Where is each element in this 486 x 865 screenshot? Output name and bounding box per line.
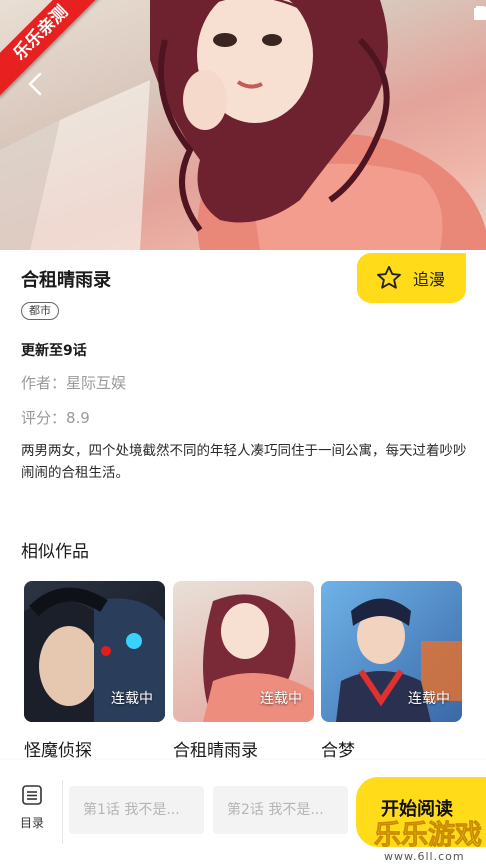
similar-card[interactable]: 连载中 合租晴雨录 [173,581,314,761]
watermark-logo: 乐乐游戏 www.6ll.com [374,820,483,863]
similar-cover: 连载中 [24,581,165,722]
description-text: 两男两女，四个处境截然不同的年轻人凑巧同住于一间公寓，每天过着吵吵闹闹的合租生活… [21,443,467,481]
status-badge: 连载中 [111,691,153,707]
back-button[interactable] [28,72,58,102]
similar-cover: 连载中 [173,581,314,722]
star-icon [377,265,401,289]
status-badge: 连载中 [408,691,450,707]
status-badge: 连载中 [260,691,302,707]
watermark-logo-text: 乐乐游戏 [374,820,482,851]
similar-name: 合梦 [321,741,355,761]
similar-cover: 连载中 [321,581,462,722]
cover-illustration [0,0,486,250]
watermark-logo-url: www.6ll.com [384,850,465,863]
similar-heading: 相似作品 [21,542,89,562]
cover-image: 乐乐亲测 [0,0,486,250]
similar-list: 连载中 怪魔侦探 连载中 合租晴雨录 连载中 合梦 [24,581,486,761]
list-icon [22,785,42,805]
battery-icon [474,6,482,20]
update-status: 更新至9话 [21,343,87,359]
follow-label: 追漫 [413,270,446,289]
chevron-left-icon [28,72,42,96]
similar-name: 合租晴雨录 [173,741,258,761]
chapter-button-1[interactable]: 第1话 我不是... [69,786,204,834]
genre-tag[interactable]: 都市 [21,302,59,320]
author-text: 作者：星际互娱 [21,374,127,392]
similar-card[interactable]: 连载中 怪魔侦探 [24,581,165,761]
divider [62,780,63,844]
score-text: 评分：8.9 [21,409,90,427]
similar-name: 怪魔侦探 [24,741,92,761]
follow-button[interactable]: 追漫 [357,253,466,303]
similar-card[interactable]: 连载中 合梦 [321,581,462,761]
chapter-button-2[interactable]: 第2话 我不是... [213,786,348,834]
toc-button[interactable]: 目录 [8,784,56,831]
toc-label: 目录 [19,816,44,830]
comic-title: 合租晴雨录 [21,270,111,291]
